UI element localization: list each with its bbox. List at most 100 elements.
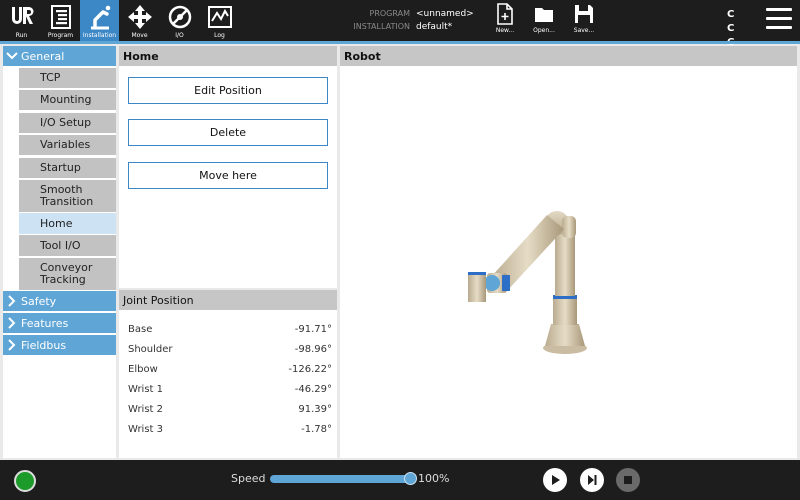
save-label: Save... [573, 27, 595, 34]
new-button[interactable]: New... [487, 3, 523, 39]
play-button[interactable] [543, 468, 567, 492]
sidebar-safety-label: Safety [21, 294, 57, 308]
new-label: New... [495, 27, 515, 34]
installation-icon [90, 5, 110, 30]
joint-name: Wrist 2 [128, 404, 163, 415]
play-icon [552, 475, 560, 485]
joint-value: -126.22° [288, 364, 332, 375]
sidebar-item-tcp[interactable]: TCP [19, 68, 116, 88]
nav-installation-label: Installation [82, 32, 117, 39]
joint-name: Wrist 1 [128, 384, 163, 395]
robot-arm-model [468, 211, 587, 354]
speed-label: Speed [231, 472, 266, 485]
sidebar-fieldbus[interactable]: Fieldbus [3, 335, 116, 355]
sidebar-item-startup[interactable]: Startup [19, 158, 116, 178]
cc-line-1: C C [727, 9, 740, 34]
log-chart-icon [207, 6, 232, 28]
nav-run-label: Run [15, 32, 28, 39]
speed-slider[interactable] [270, 475, 410, 483]
nav-io-label: I/O [175, 32, 184, 39]
sidebar-item-label: Mounting [40, 93, 92, 106]
sidebar-general[interactable]: General [3, 46, 116, 66]
joint-name: Wrist 3 [128, 424, 163, 435]
sidebar-item-label: I/O Setup [40, 116, 92, 129]
speed-slider-handle[interactable] [403, 472, 417, 485]
robot-panel-title: Robot [340, 46, 797, 66]
top-bar: Run Program Installation Move I/O Log PR… [0, 0, 800, 62]
move-here-button[interactable]: Move here [128, 162, 328, 189]
step-button[interactable] [580, 468, 604, 492]
sidebar-item-label: Variables [40, 138, 91, 151]
joint-panel-title: Joint Position [119, 290, 337, 310]
power-status-button[interactable] [14, 470, 36, 492]
installation-name: default* [416, 21, 453, 32]
sidebar-item-label: Conveyor Tracking [40, 261, 93, 286]
program-name: <unnamed> [416, 8, 474, 19]
nav-program-button[interactable]: Program [41, 0, 80, 41]
sidebar-item-io-setup[interactable]: I/O Setup [19, 113, 116, 133]
joint-row-shoulder: Shoulder -98.96° [128, 344, 332, 358]
joint-name: Shoulder [128, 344, 173, 355]
program-icon [50, 5, 71, 29]
save-icon [575, 5, 593, 23]
sidebar-item-variables[interactable]: Variables [19, 135, 116, 155]
topbar-accent-line [0, 41, 800, 44]
ur-logo-icon [11, 7, 33, 24]
delete-button[interactable]: Delete [128, 119, 328, 146]
home-panel-title: Home [119, 46, 337, 66]
joint-value: -1.78° [301, 424, 332, 435]
sidebar-item-home[interactable]: Home [19, 213, 116, 234]
nav-move-button[interactable]: Move [120, 0, 159, 41]
nav-log-button[interactable]: Log [200, 0, 239, 41]
sidebar-item-label: Home [40, 216, 73, 230]
joint-row-wrist-1: Wrist 1 -46.29° [128, 384, 332, 398]
program-info: PROGRAM <unnamed> INSTALLATION default* [350, 7, 510, 33]
bottom-bar: Speed 100% [0, 460, 800, 500]
joint-row-base: Base -91.71° [128, 324, 332, 338]
sidebar-item-mounting[interactable]: Mounting [19, 90, 116, 110]
joint-row-elbow: Elbow -126.22° [128, 364, 332, 378]
nav-move-label: Move [131, 32, 148, 39]
sidebar-item-label: TCP [40, 71, 61, 84]
io-gauge-icon [168, 5, 191, 29]
sidebar-item-label: Tool I/O [40, 238, 81, 252]
nav-log-label: Log [214, 32, 225, 39]
nav-run-button[interactable]: Run [2, 0, 41, 41]
sidebar-item-smooth-transition[interactable]: Smooth Transition [19, 180, 116, 212]
robot-panel: Robot [340, 46, 797, 458]
sidebar-fieldbus-label: Fieldbus [21, 338, 67, 352]
speed-value: 100% [418, 472, 450, 485]
sidebar-safety[interactable]: Safety [3, 291, 116, 311]
robot-3d-view[interactable] [340, 66, 797, 458]
folder-icon [535, 8, 553, 22]
joint-row-wrist-3: Wrist 3 -1.78° [128, 424, 332, 438]
joint-value: -98.96° [294, 344, 332, 355]
step-forward-icon [588, 475, 597, 485]
home-panel: Home Edit Position Delete Move here [119, 46, 337, 288]
sidebar-item-label: Smooth Transition [40, 183, 94, 208]
open-button[interactable]: Open... [526, 3, 562, 39]
joint-row-wrist-2: Wrist 2 91.39° [128, 404, 332, 418]
edit-position-button[interactable]: Edit Position [128, 77, 328, 104]
sidebar: General TCP Mounting I/O Setup Variables… [3, 46, 116, 458]
move-arrows-icon [127, 5, 152, 29]
nav-installation-button[interactable]: Installation [80, 0, 119, 41]
chevron-down-icon [3, 51, 21, 61]
chevron-right-icon [3, 295, 21, 307]
nav-io-button[interactable]: I/O [160, 0, 199, 41]
save-button[interactable]: Save... [566, 3, 602, 39]
chevron-right-icon [3, 339, 21, 351]
open-label: Open... [533, 27, 555, 34]
stop-button[interactable] [616, 468, 640, 492]
stop-icon [624, 476, 632, 484]
sidebar-item-tool-io[interactable]: Tool I/O [19, 235, 116, 256]
hamburger-menu-icon[interactable] [766, 8, 792, 32]
sidebar-features[interactable]: Features [3, 313, 116, 333]
new-file-icon [497, 3, 513, 25]
joint-name: Elbow [128, 364, 158, 375]
chevron-right-icon [3, 317, 21, 329]
sidebar-item-conveyor-tracking[interactable]: Conveyor Tracking [19, 258, 116, 290]
joint-value: 91.39° [298, 404, 332, 415]
sidebar-general-label: General [21, 49, 65, 63]
joint-position-panel: Joint Position Base -91.71° Shoulder -98… [119, 290, 337, 458]
